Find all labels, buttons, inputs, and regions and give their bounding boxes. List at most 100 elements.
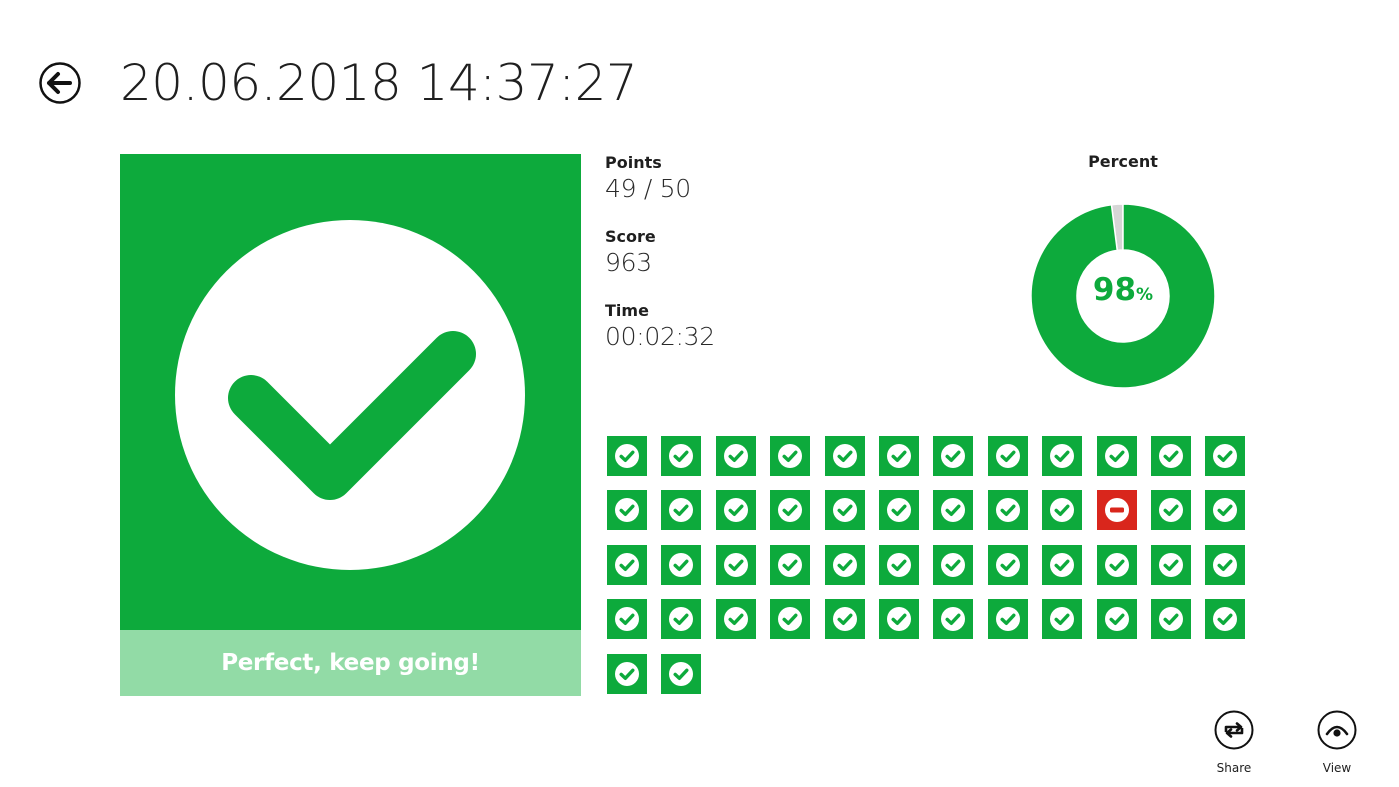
answer-tile-correct[interactable] <box>607 490 647 531</box>
answer-tile-correct[interactable] <box>770 544 811 585</box>
answer-tile-correct[interactable] <box>1150 436 1191 476</box>
answer-tile-correct[interactable] <box>824 544 865 585</box>
check-circle-icon <box>941 444 966 468</box>
answer-tile-wrong[interactable] <box>1096 490 1137 531</box>
check-circle-icon <box>615 498 639 523</box>
back-arrow-icon <box>39 62 81 104</box>
check-circle-icon <box>941 552 966 577</box>
answer-tile-correct[interactable] <box>715 490 756 531</box>
answer-tile-correct[interactable] <box>933 544 974 585</box>
points-stat: Points 49 / 50 <box>605 153 691 205</box>
check-circle-icon <box>941 607 966 632</box>
check-circle-icon <box>1158 552 1183 577</box>
answer-tile-correct[interactable] <box>715 599 756 640</box>
answer-tile-correct[interactable] <box>607 599 647 640</box>
check-circle-icon <box>995 498 1020 523</box>
check-circle-icon <box>886 444 911 468</box>
check-circle-icon <box>615 661 639 686</box>
view-button[interactable]: View <box>1307 710 1367 775</box>
answer-tile-correct[interactable] <box>1042 599 1083 640</box>
answer-tile-correct[interactable] <box>987 599 1028 640</box>
check-circle-icon <box>669 444 694 468</box>
check-circle-icon <box>1213 607 1238 632</box>
check-circle-icon <box>832 498 857 523</box>
answer-tile-correct[interactable] <box>661 653 702 694</box>
check-circle-icon <box>1158 444 1183 468</box>
percent-label: Percent <box>1088 152 1158 171</box>
answer-tile-correct[interactable] <box>933 599 974 640</box>
check-circle-icon <box>723 498 748 523</box>
answer-tile-correct[interactable] <box>1096 544 1137 585</box>
check-circle-icon <box>832 607 857 632</box>
check-circle-icon <box>1104 607 1129 632</box>
result-caption: Perfect, keep going! <box>120 630 581 696</box>
answer-tile-correct[interactable] <box>1205 544 1246 585</box>
answer-tile-correct[interactable] <box>933 490 974 531</box>
check-circle-icon <box>723 552 748 577</box>
answer-tile-correct[interactable] <box>661 436 702 476</box>
answer-tile-correct[interactable] <box>770 490 811 531</box>
answer-tile-correct[interactable] <box>1042 544 1083 585</box>
check-circle-icon <box>1050 444 1075 468</box>
check-circle-icon <box>886 607 911 632</box>
answer-tile-correct[interactable] <box>607 436 647 476</box>
answer-tile-correct[interactable] <box>1205 599 1246 640</box>
check-circle-icon <box>669 552 694 577</box>
answer-tile-correct[interactable] <box>715 436 756 476</box>
answer-tile-correct[interactable] <box>824 599 865 640</box>
answer-tile-correct[interactable] <box>1096 436 1137 476</box>
answer-tile-correct[interactable] <box>878 599 919 640</box>
points-value: 49 / 50 <box>605 174 691 203</box>
percent-unit: % <box>1136 285 1154 305</box>
check-circle-icon <box>723 444 748 468</box>
answer-tile-correct[interactable] <box>770 436 811 476</box>
answer-tile-correct[interactable] <box>1042 490 1083 531</box>
check-circle-icon <box>1158 607 1183 632</box>
check-circle-icon <box>1104 444 1129 468</box>
answer-tile-correct[interactable] <box>661 544 702 585</box>
answer-tile-correct[interactable] <box>824 490 865 531</box>
check-circle-icon <box>1050 498 1075 523</box>
score-label: Score <box>605 227 656 246</box>
share-button[interactable]: Share <box>1204 710 1264 775</box>
back-button[interactable] <box>39 62 81 104</box>
answer-tile-correct[interactable] <box>661 599 702 640</box>
answer-tile-correct[interactable] <box>878 490 919 531</box>
answer-tile-correct[interactable] <box>878 436 919 476</box>
answer-tile-correct[interactable] <box>987 490 1028 531</box>
check-circle-icon <box>1104 552 1129 577</box>
answer-tile-correct[interactable] <box>1096 599 1137 640</box>
share-repeat-icon <box>1214 710 1254 750</box>
answer-tile-correct[interactable] <box>1205 490 1246 531</box>
answer-tile-correct[interactable] <box>607 653 647 694</box>
check-circle-icon <box>832 552 857 577</box>
answer-tile-correct[interactable] <box>1150 544 1191 585</box>
check-circle-icon <box>995 444 1020 468</box>
check-circle-icon <box>886 552 911 577</box>
answer-tile-correct[interactable] <box>607 544 647 585</box>
view-eye-icon <box>1317 710 1357 750</box>
check-circle-icon <box>832 444 857 468</box>
answer-tile-correct[interactable] <box>1205 436 1246 476</box>
share-label: Share <box>1216 761 1252 775</box>
answer-tile-correct[interactable] <box>661 490 702 531</box>
percent-block: Percent 98% <box>1025 152 1221 392</box>
answer-tile-correct[interactable] <box>933 436 974 476</box>
check-circle-icon <box>1050 607 1075 632</box>
time-label: Time <box>605 301 649 320</box>
answer-tile-correct[interactable] <box>770 599 811 640</box>
check-circle-icon <box>778 444 803 468</box>
answer-tile-correct[interactable] <box>987 544 1028 585</box>
score-stat: Score 963 <box>605 227 656 279</box>
percent-value-text: 98% <box>1025 270 1221 315</box>
answer-tile-correct[interactable] <box>715 544 756 585</box>
time-value: 00:02:32 <box>605 322 715 351</box>
answer-tile-correct[interactable] <box>1042 436 1083 476</box>
answer-tile-correct[interactable] <box>824 436 865 476</box>
answer-tile-correct[interactable] <box>1150 599 1191 640</box>
answer-tile-correct[interactable] <box>987 436 1028 476</box>
answers-grid <box>607 436 1267 694</box>
result-tile <box>120 154 581 630</box>
answer-tile-correct[interactable] <box>1150 490 1191 531</box>
answer-tile-correct[interactable] <box>878 544 919 585</box>
